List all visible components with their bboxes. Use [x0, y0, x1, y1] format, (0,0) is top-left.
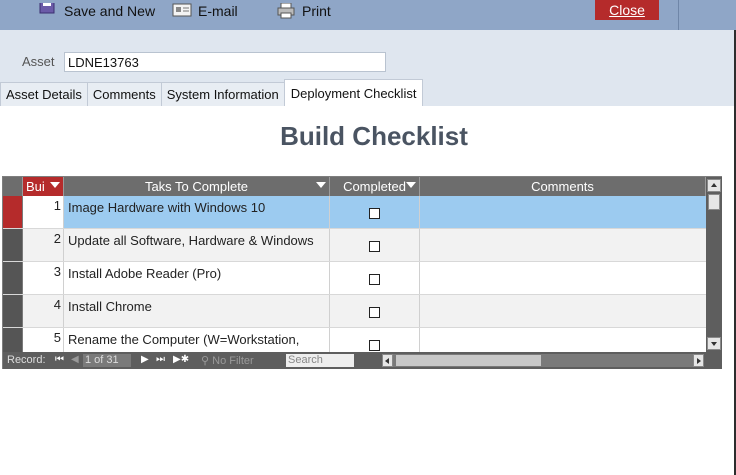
row-selector[interactable] [3, 196, 23, 228]
scroll-down-button[interactable] [707, 337, 721, 350]
column-header-task-label: Taks To Complete [144, 179, 249, 194]
completed-cell[interactable] [330, 328, 420, 352]
column-header-completed-label: Completed [343, 179, 406, 194]
vertical-scrollbar[interactable] [706, 177, 722, 352]
row-selector[interactable] [3, 295, 23, 327]
tab-deployment-checklist[interactable]: Deployment Checklist [283, 79, 424, 106]
chevron-down-icon[interactable] [406, 182, 416, 188]
arrow-left-icon [385, 358, 389, 364]
last-record-icon[interactable]: ⏭ [156, 354, 165, 365]
save-and-new-label: Save and New [64, 3, 156, 19]
ribbon-toolbar: Save and New E-mail Print Close [0, 0, 736, 30]
printer-icon [277, 3, 295, 19]
asset-field[interactable]: LDNE13763 [64, 52, 386, 72]
next-record-icon[interactable]: ▶ [141, 354, 149, 365]
search-input[interactable]: Search [286, 354, 354, 367]
no-filter-button[interactable]: ⚲ No Filter [201, 354, 254, 367]
column-header-comments[interactable]: Comments [420, 177, 706, 196]
page-title: Build Checklist [280, 121, 468, 151]
horizontal-scrollbar[interactable] [382, 354, 704, 367]
completed-checkbox[interactable] [369, 241, 380, 252]
horizontal-scroll-thumb[interactable] [396, 355, 541, 366]
new-record-icon[interactable]: ▶✱ [173, 354, 189, 365]
task-cell[interactable]: Install Adobe Reader (Pro) [64, 262, 330, 294]
current-record-field[interactable]: 1 of 31 [83, 354, 131, 367]
completed-cell[interactable] [330, 229, 420, 261]
filter-icon: ⚲ [201, 355, 213, 367]
table-row[interactable]: 5 Rename the Computer (W=Workstation, [3, 328, 706, 352]
row-selector[interactable] [3, 229, 23, 261]
table-row[interactable]: 2 Update all Software, Hardware & Window… [3, 229, 706, 262]
table-body: 1 Image Hardware with Windows 10 2 Updat… [3, 196, 706, 352]
tab-asset-details[interactable]: Asset Details [0, 82, 88, 106]
column-header-number[interactable]: Bui [23, 177, 64, 196]
print-label: Print [302, 3, 331, 19]
completed-cell[interactable] [330, 262, 420, 294]
asset-label: Asset [22, 54, 55, 69]
completed-checkbox[interactable] [369, 340, 380, 351]
tab-system-information[interactable]: System Information [160, 82, 285, 106]
column-header-number-label: Bui [26, 179, 45, 194]
comments-cell[interactable] [420, 229, 706, 261]
chevron-down-icon[interactable] [50, 182, 60, 188]
record-navigation-bar: Record: ⏮ ◀ 1 of 31 ▶ ⏭ ▶✱ ⚲ No Filter S… [3, 352, 722, 369]
comments-cell[interactable] [420, 196, 706, 228]
arrow-right-icon [697, 358, 701, 364]
row-selector[interactable] [3, 262, 23, 294]
no-filter-label: No Filter [212, 355, 254, 367]
completed-cell[interactable] [330, 295, 420, 327]
save-and-new-button[interactable]: Save and New [38, 0, 155, 22]
comments-cell[interactable] [420, 328, 706, 352]
column-header-task[interactable]: Taks To Complete [64, 177, 330, 196]
completed-checkbox[interactable] [369, 274, 380, 285]
table-row[interactable]: 4 Install Chrome [3, 295, 706, 328]
print-button[interactable]: Print [276, 0, 331, 22]
email-label: E-mail [198, 3, 238, 19]
scroll-up-button[interactable] [707, 179, 721, 192]
email-button[interactable]: E-mail [172, 0, 238, 22]
task-cell[interactable]: Update all Software, Hardware & Windows [64, 229, 330, 261]
row-number[interactable]: 4 [23, 295, 64, 327]
completed-checkbox[interactable] [369, 208, 380, 219]
task-cell[interactable]: Image Hardware with Windows 10 [64, 196, 330, 228]
close-button[interactable]: Close [595, 0, 659, 20]
previous-record-icon[interactable]: ◀ [71, 354, 79, 365]
first-record-icon[interactable]: ⏮ [55, 354, 64, 365]
tab-strip: Asset Details Comments System Informatio… [0, 79, 424, 106]
column-header-comments-label: Comments [531, 179, 594, 194]
record-label: Record: [7, 354, 46, 366]
column-header-completed[interactable]: Completed [330, 177, 420, 196]
email-icon [172, 3, 192, 17]
task-cell[interactable]: Rename the Computer (W=Workstation, [64, 328, 330, 352]
table-row[interactable]: 1 Image Hardware with Windows 10 [3, 196, 706, 229]
table-row[interactable]: 3 Install Adobe Reader (Pro) [3, 262, 706, 295]
select-all-cell[interactable] [3, 177, 23, 196]
checklist-datasheet: Bui Taks To Complete Completed Comments … [2, 176, 722, 369]
comments-cell[interactable] [420, 295, 706, 327]
comments-cell[interactable] [420, 262, 706, 294]
row-number[interactable]: 3 [23, 262, 64, 294]
row-number[interactable]: 2 [23, 229, 64, 261]
task-cell[interactable]: Install Chrome [64, 295, 330, 327]
save-new-icon [39, 3, 55, 14]
scroll-right-button[interactable] [693, 354, 704, 367]
completed-checkbox[interactable] [369, 307, 380, 318]
row-number[interactable]: 5 [23, 328, 64, 352]
arrow-down-icon [711, 342, 717, 346]
arrow-up-icon [711, 183, 717, 187]
chevron-down-icon[interactable] [316, 182, 326, 188]
scroll-left-button[interactable] [382, 354, 393, 367]
row-selector[interactable] [3, 328, 23, 352]
tab-comments[interactable]: Comments [86, 82, 162, 106]
completed-cell[interactable] [330, 196, 420, 228]
row-number[interactable]: 1 [23, 196, 64, 228]
vertical-scroll-thumb[interactable] [708, 194, 720, 210]
